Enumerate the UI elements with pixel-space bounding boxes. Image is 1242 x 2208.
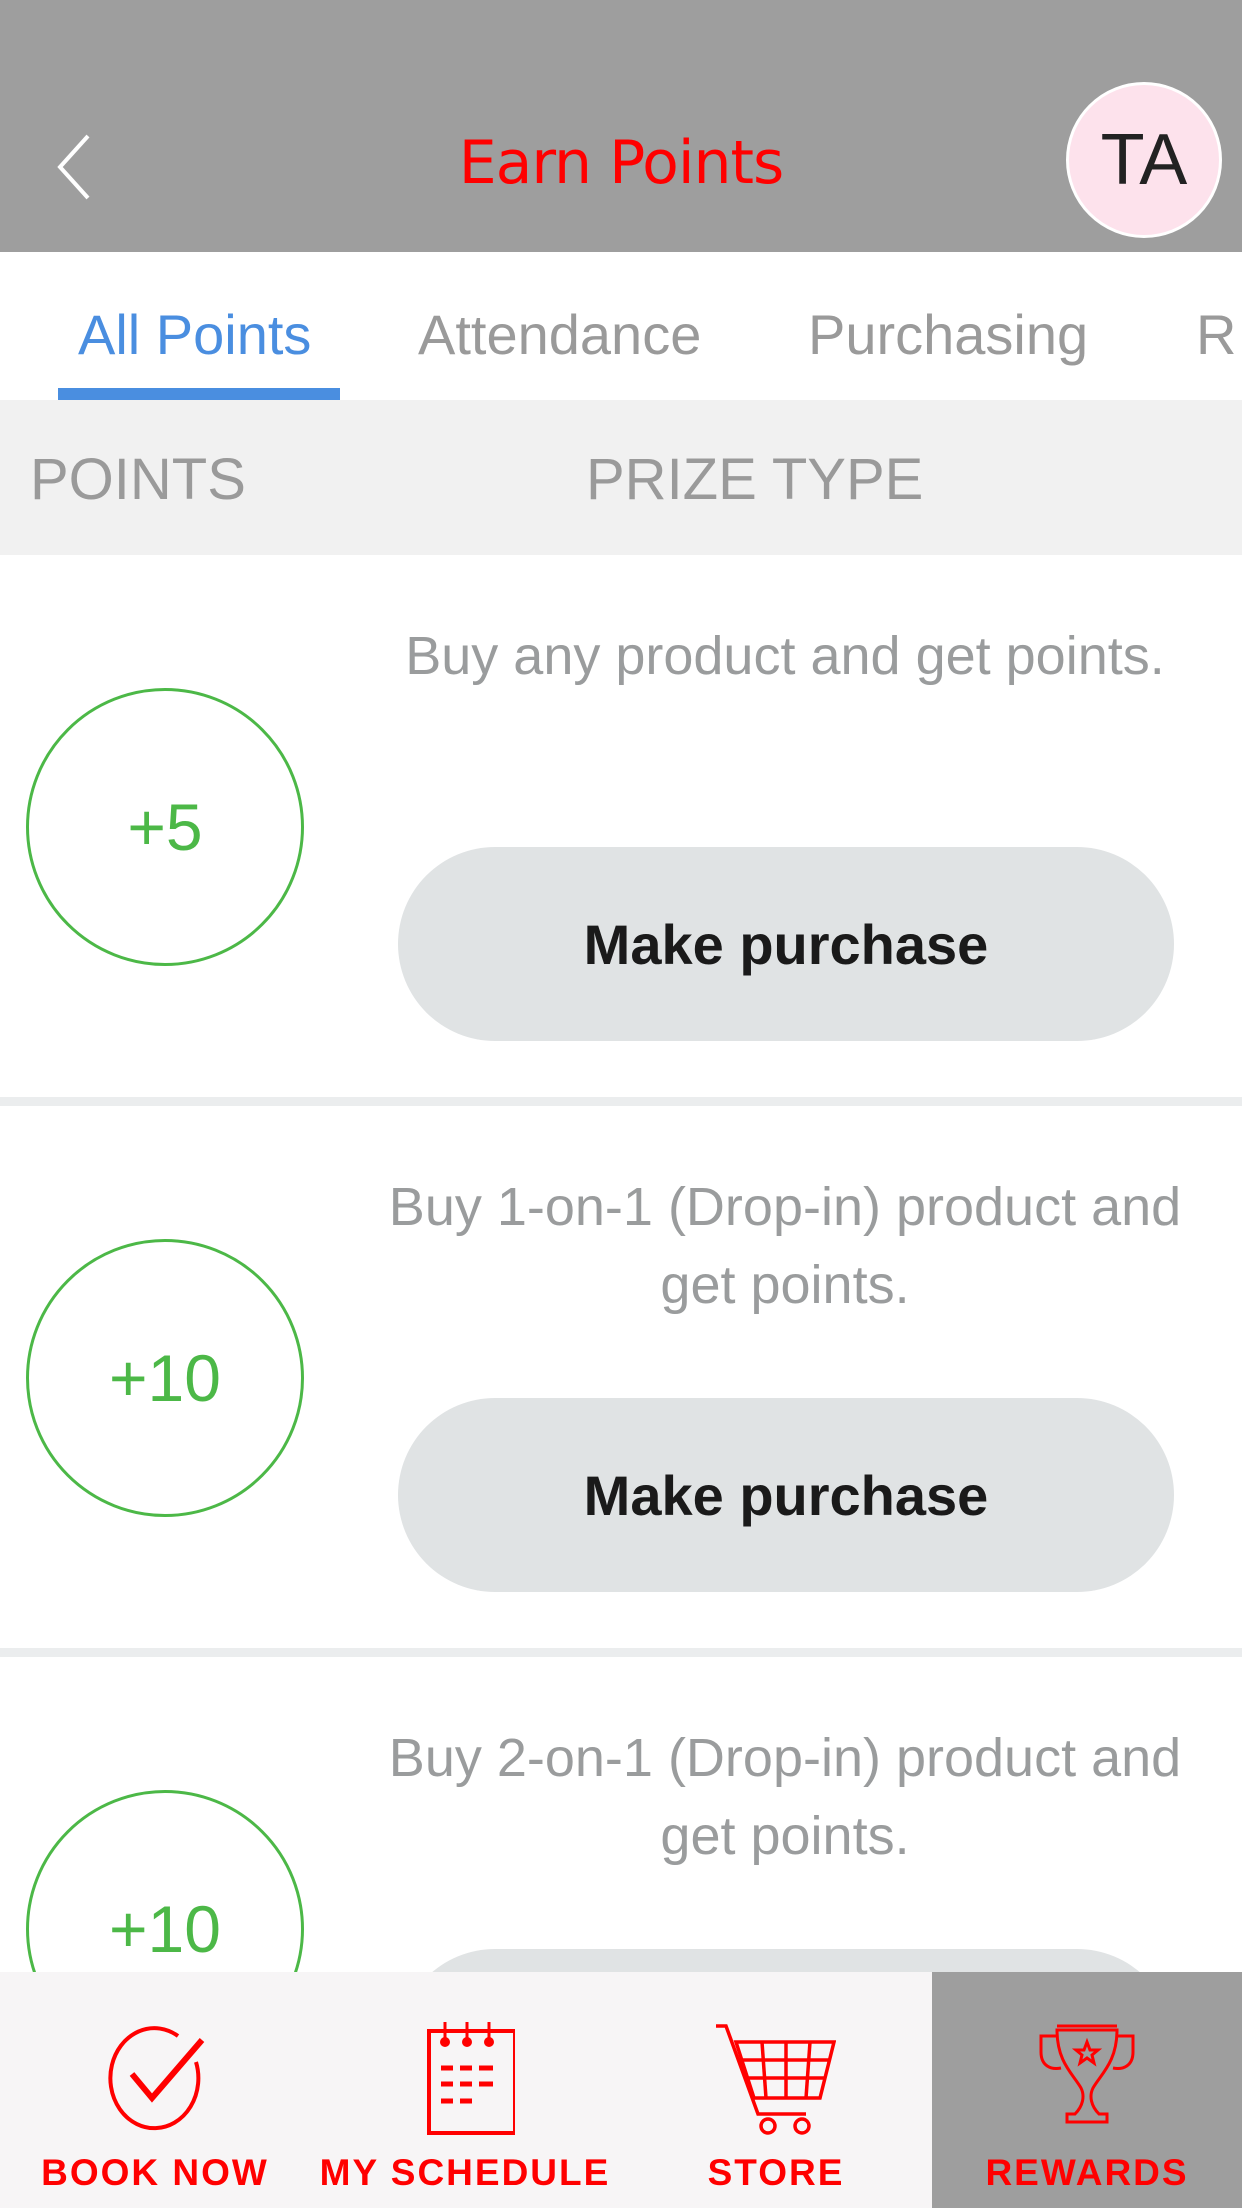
tab-more[interactable]: R xyxy=(1196,302,1236,367)
row-divider xyxy=(0,1097,1242,1106)
prize-description: Buy 2-on-1 (Drop-in) product and get poi… xyxy=(388,1728,1182,1866)
nav-label: BOOK NOW xyxy=(41,2152,269,2193)
make-purchase-button[interactable]: Make purchase xyxy=(398,1398,1174,1592)
table-header: POINTS PRIZE TYPE xyxy=(0,400,1242,555)
category-tabs: All Points Attendance Purchasing R xyxy=(0,252,1242,400)
nav-book-now[interactable]: BOOK NOW xyxy=(0,1972,310,2208)
points-column-header: POINTS xyxy=(30,447,246,512)
check-circle-icon xyxy=(108,2026,205,2131)
nav-label: MY SCHEDULE xyxy=(319,2152,611,2193)
trophy-icon xyxy=(1039,2024,1135,2124)
prize-description: Buy any product and get points. xyxy=(405,626,1165,686)
avatar[interactable]: TA xyxy=(1066,82,1222,238)
nav-rewards[interactable]: REWARDS xyxy=(932,1972,1242,2208)
points-badge: +10 xyxy=(26,1239,304,1517)
prize-description: Buy 1-on-1 (Drop-in) product and get poi… xyxy=(388,1177,1182,1315)
nav-label: REWARDS xyxy=(985,2152,1189,2193)
row-divider xyxy=(0,1648,1242,1657)
notepad-icon xyxy=(427,2022,515,2135)
nav-my-schedule[interactable]: MY SCHEDULE xyxy=(310,1972,620,2208)
tab-attendance[interactable]: Attendance xyxy=(418,302,701,367)
prize-type-column-header: PRIZE TYPE xyxy=(586,447,924,512)
nav-label: STORE xyxy=(707,2152,845,2193)
list-item: +10 Buy 1-on-1 (Drop-in) product and get… xyxy=(0,1106,1242,1656)
active-tab-indicator xyxy=(58,388,340,400)
tab-purchasing[interactable]: Purchasing xyxy=(808,302,1088,367)
cart-icon xyxy=(716,2024,836,2135)
list-item: +5 Buy any product and get points. Make … xyxy=(0,555,1242,1105)
points-badge: +5 xyxy=(26,688,304,966)
bottom-navigation: BOOK NOW MY SCHEDULE STORE REWARDS xyxy=(0,1972,1242,2208)
page-title: Earn Points xyxy=(458,128,785,198)
make-purchase-button[interactable]: Make purchase xyxy=(398,847,1174,1041)
tab-all-points[interactable]: All Points xyxy=(78,302,311,367)
nav-store[interactable]: STORE xyxy=(620,1972,932,2208)
header-bar: Earn Points TA xyxy=(0,0,1242,252)
